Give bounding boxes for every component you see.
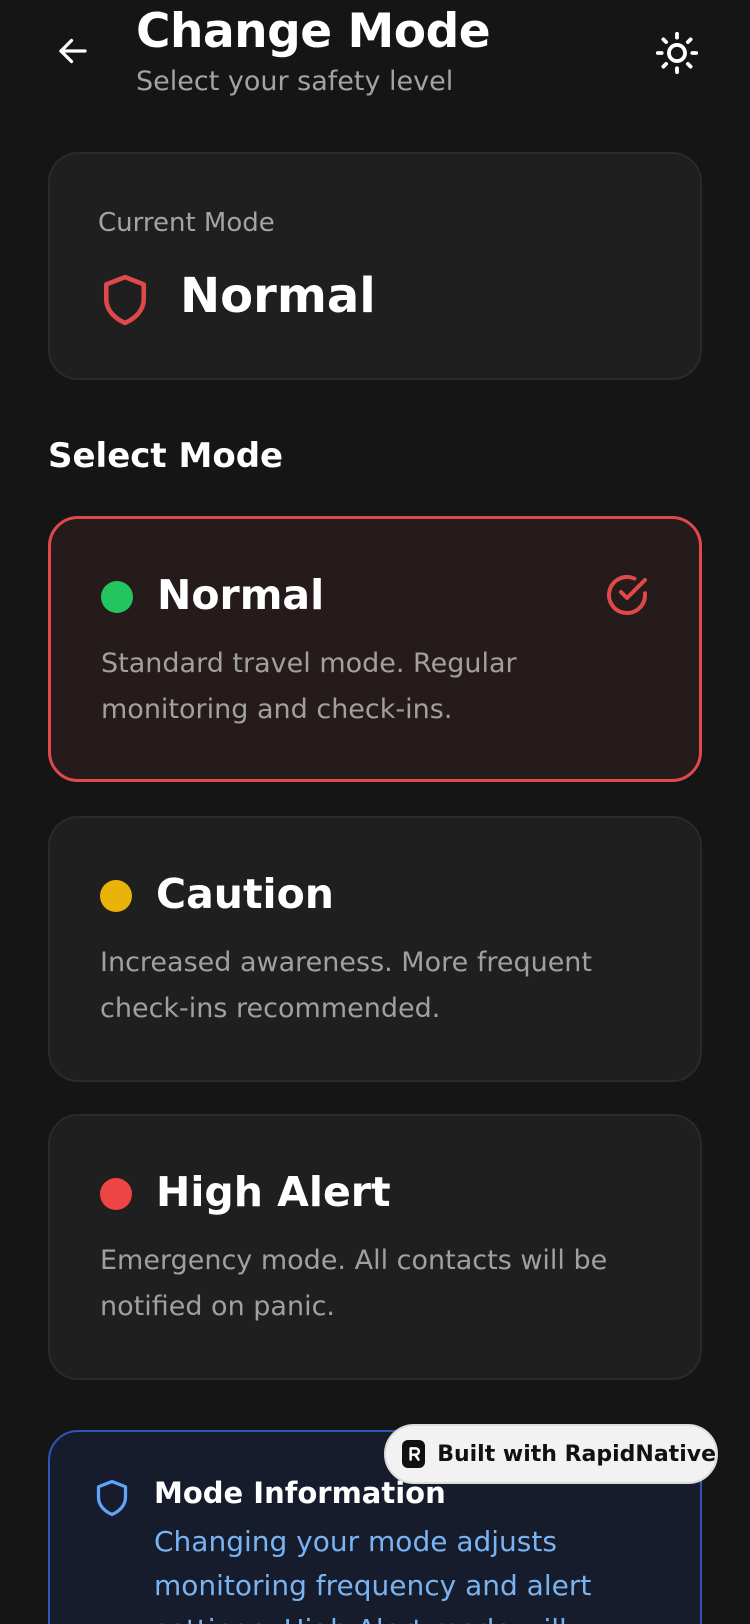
status-dot <box>100 1178 132 1210</box>
mode-description: Increased awareness. More frequent check… <box>100 947 592 1024</box>
check-circle-icon <box>607 575 647 615</box>
mode-option-high-alert[interactable]: High Alert Emergency mode. All contacts … <box>48 1114 702 1380</box>
mode-name: Caution <box>156 870 334 918</box>
current-mode-label: Current Mode <box>98 208 275 238</box>
status-dot <box>101 581 133 613</box>
theme-toggle-button[interactable] <box>652 28 702 78</box>
built-with-label: Built with RapidNative <box>437 1441 716 1467</box>
page-title: Change Mode <box>136 4 491 59</box>
info-text: Changing your mode adjusts monitoring fr… <box>154 1525 592 1624</box>
current-mode-value: Normal <box>180 268 376 324</box>
back-button[interactable] <box>50 28 96 74</box>
sun-icon <box>655 31 699 75</box>
mode-name: Normal <box>157 571 325 619</box>
shield-icon <box>96 1479 128 1517</box>
shield-icon <box>103 274 147 326</box>
header: Change Mode Select your safety level <box>0 0 750 120</box>
built-with-badge[interactable]: Built with RapidNative <box>384 1424 718 1484</box>
rapidnative-logo-icon <box>402 1440 426 1468</box>
mode-option-normal[interactable]: Normal Standard travel mode. Regular mon… <box>48 516 702 782</box>
status-dot <box>100 880 132 912</box>
mode-option-caution[interactable]: Caution Increased awareness. More freque… <box>48 816 702 1082</box>
current-mode-card: Current Mode Normal <box>48 152 702 380</box>
mode-description: Emergency mode. All contacts will be not… <box>100 1245 608 1322</box>
mode-description: Standard travel mode. Regular monitoring… <box>101 648 517 725</box>
mode-name: High Alert <box>156 1168 391 1216</box>
arrow-left-icon <box>59 38 87 64</box>
page-subtitle: Select your safety level <box>136 66 454 97</box>
select-mode-heading: Select Mode <box>48 436 284 476</box>
